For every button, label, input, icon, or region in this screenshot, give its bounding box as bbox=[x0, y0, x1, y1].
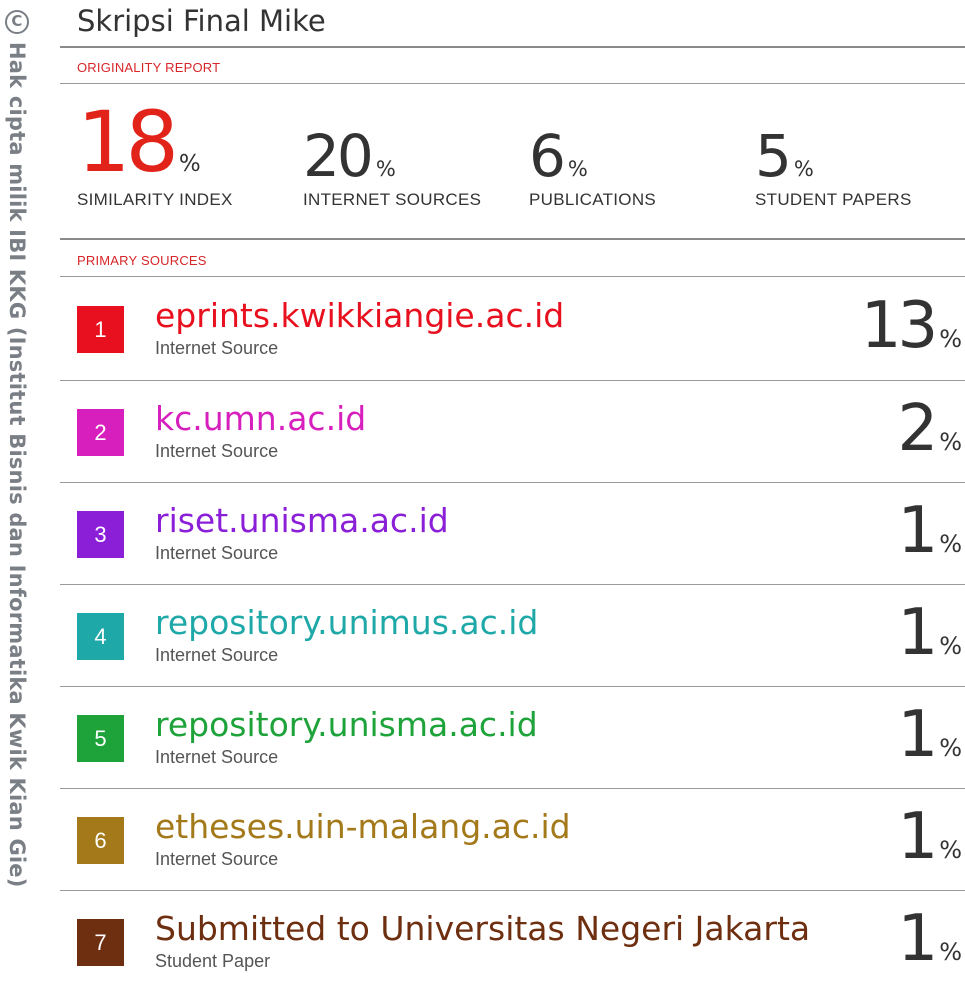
similarity-index-stat: 18% SIMILARITY INDEX bbox=[77, 100, 232, 209]
primary-sources-list: 1 eprints.kwikkiangie.ac.id Internet Sou… bbox=[60, 278, 965, 983]
copyright-watermark: C Hak cipta milik IBI KKG (Institut Bisni… bbox=[0, 0, 38, 983]
percent-number: 13 bbox=[860, 289, 938, 363]
report-content: Skripsi Final Mike ORIGINALITY REPORT 18… bbox=[60, 0, 965, 983]
percent-unit: % bbox=[939, 530, 962, 558]
source-percent: 13% bbox=[861, 294, 962, 358]
stat-label: PUBLICATIONS bbox=[529, 190, 657, 209]
source-percent: 2% bbox=[897, 397, 962, 461]
rank-badge: 4 bbox=[77, 613, 124, 660]
divider bbox=[60, 276, 965, 277]
stat-unit: % bbox=[567, 157, 588, 181]
rank-badge: 2 bbox=[77, 409, 124, 456]
source-row: 7 Submitted to Universitas Negeri Jakart… bbox=[60, 890, 965, 983]
source-type: Internet Source bbox=[155, 645, 279, 665]
stat-number: 6 bbox=[529, 122, 566, 190]
rank-badge: 6 bbox=[77, 817, 124, 864]
percent-number: 1 bbox=[897, 902, 938, 976]
originality-report-label: ORIGINALITY REPORT bbox=[77, 60, 221, 75]
source-percent: 1% bbox=[897, 703, 962, 767]
stat-label: INTERNET SOURCES bbox=[303, 190, 482, 209]
source-type: Internet Source bbox=[155, 747, 279, 767]
source-name[interactable]: riset.unisma.ac.id bbox=[155, 501, 449, 540]
copyright-icon: C bbox=[5, 10, 29, 34]
percent-number: 1 bbox=[897, 596, 938, 670]
document-title: Skripsi Final Mike bbox=[77, 4, 326, 38]
source-row: 2 kc.umn.ac.id Internet Source 2% bbox=[60, 380, 965, 482]
source-row: 3 riset.unisma.ac.id Internet Source 1% bbox=[60, 482, 965, 584]
source-name[interactable]: kc.umn.ac.id bbox=[155, 399, 366, 438]
primary-sources-label: PRIMARY SOURCES bbox=[77, 253, 207, 268]
stat-value: 6% bbox=[529, 127, 588, 185]
source-name[interactable]: etheses.uin-malang.ac.id bbox=[155, 807, 571, 846]
stat-label: SIMILARITY INDEX bbox=[77, 190, 233, 209]
divider bbox=[60, 83, 965, 84]
percent-number: 1 bbox=[897, 494, 938, 568]
rank-badge: 5 bbox=[77, 715, 124, 762]
stat-label: STUDENT PAPERS bbox=[755, 190, 912, 209]
source-type: Internet Source bbox=[155, 338, 279, 358]
stat-number: 18 bbox=[77, 93, 179, 191]
percent-number: 1 bbox=[897, 698, 938, 772]
stat-number: 20 bbox=[303, 122, 374, 190]
publications-stat: 6% PUBLICATIONS bbox=[529, 127, 656, 209]
divider bbox=[60, 46, 965, 48]
source-name[interactable]: repository.unisma.ac.id bbox=[155, 705, 538, 744]
source-type: Student Paper bbox=[155, 951, 271, 971]
stat-unit: % bbox=[793, 157, 814, 181]
divider bbox=[60, 238, 965, 240]
internet-sources-stat: 20% INTERNET SOURCES bbox=[303, 127, 481, 209]
originality-report-page: C Hak cipta milik IBI KKG (Institut Bisni… bbox=[0, 0, 965, 983]
source-name[interactable]: Submitted to Universitas Negeri Jakarta bbox=[155, 909, 810, 948]
percent-unit: % bbox=[939, 428, 962, 456]
percent-unit: % bbox=[939, 632, 962, 660]
source-row: 4 repository.unimus.ac.id Internet Sourc… bbox=[60, 584, 965, 686]
source-type: Internet Source bbox=[155, 441, 279, 461]
source-percent: 1% bbox=[897, 601, 962, 665]
rank-badge: 7 bbox=[77, 919, 124, 966]
source-type: Internet Source bbox=[155, 543, 279, 563]
watermark-text: Hak cipta milik IBI KKG (Institut Bisnis… bbox=[5, 42, 29, 888]
source-row: 6 etheses.uin-malang.ac.id Internet Sour… bbox=[60, 788, 965, 890]
source-type: Internet Source bbox=[155, 849, 279, 869]
stat-value: 5% bbox=[755, 127, 814, 185]
percent-unit: % bbox=[939, 325, 962, 353]
source-row: 5 repository.unisma.ac.id Internet Sourc… bbox=[60, 686, 965, 788]
percent-number: 2 bbox=[897, 392, 938, 466]
stat-value: 20% bbox=[303, 127, 396, 185]
stat-unit: % bbox=[375, 157, 396, 181]
stat-number: 5 bbox=[755, 122, 792, 190]
stat-unit: % bbox=[178, 151, 201, 177]
source-name[interactable]: repository.unimus.ac.id bbox=[155, 603, 538, 642]
percent-number: 1 bbox=[897, 800, 938, 874]
rank-badge: 1 bbox=[77, 306, 124, 353]
percent-unit: % bbox=[939, 938, 962, 966]
source-percent: 1% bbox=[897, 499, 962, 563]
stat-value: 18% bbox=[77, 100, 201, 184]
source-row: 1 eprints.kwikkiangie.ac.id Internet Sou… bbox=[60, 278, 965, 380]
rank-badge: 3 bbox=[77, 511, 124, 558]
source-percent: 1% bbox=[897, 805, 962, 869]
source-name[interactable]: eprints.kwikkiangie.ac.id bbox=[155, 296, 564, 335]
source-percent: 1% bbox=[897, 907, 962, 971]
student-papers-stat: 5% STUDENT PAPERS bbox=[755, 127, 911, 209]
percent-unit: % bbox=[939, 836, 962, 864]
percent-unit: % bbox=[939, 734, 962, 762]
